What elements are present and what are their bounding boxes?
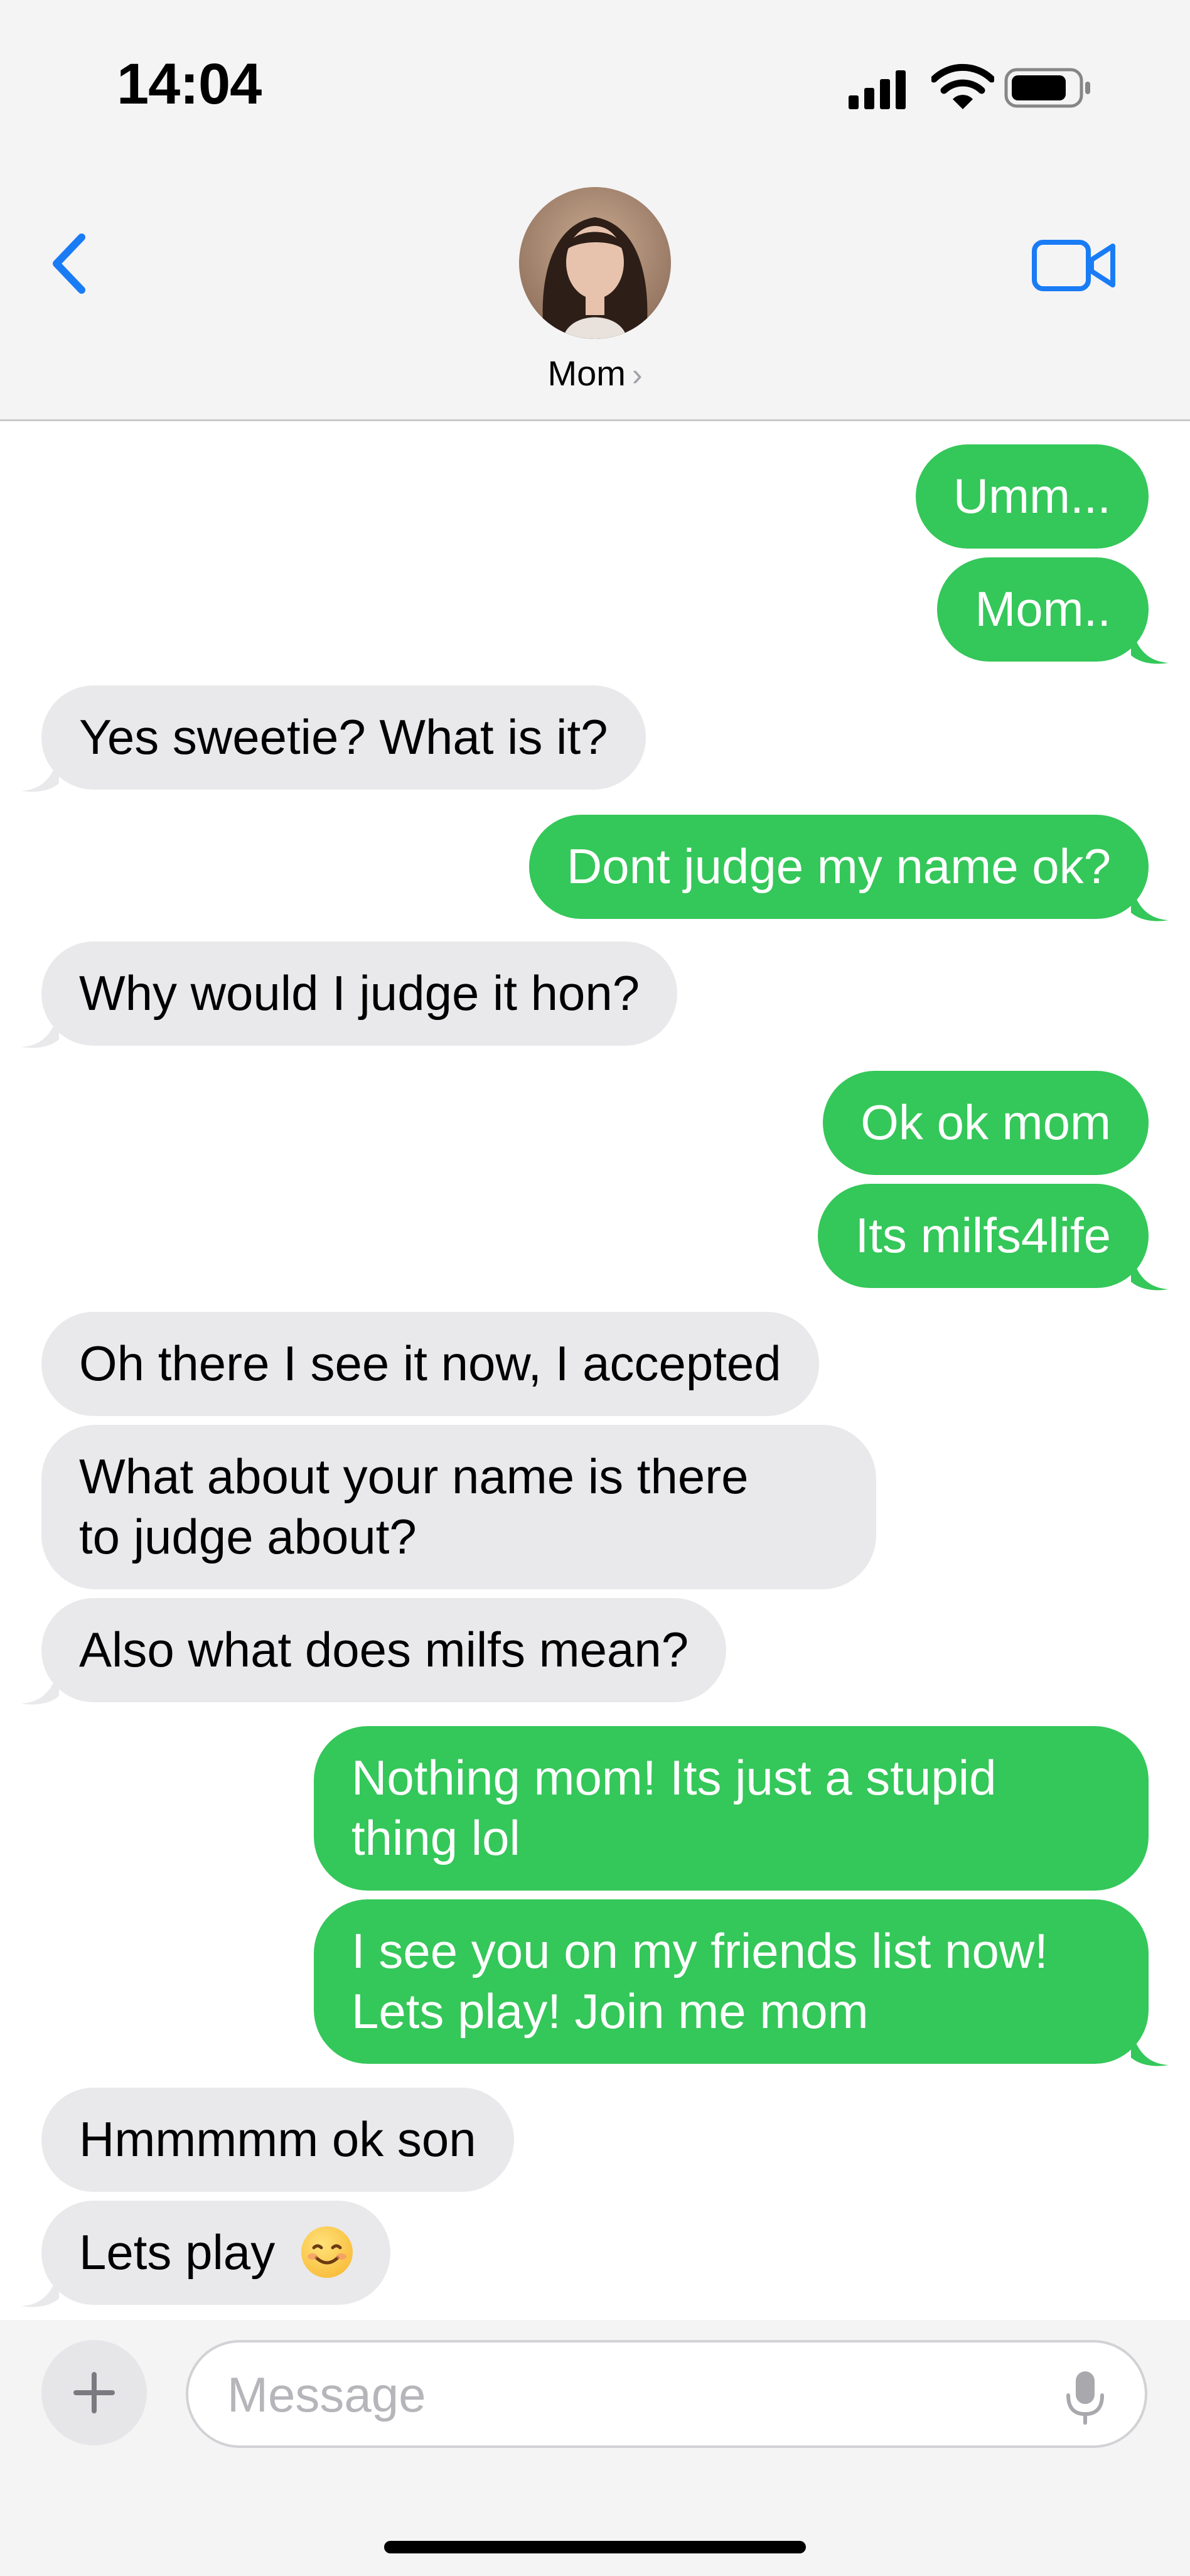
back-button[interactable]: [41, 226, 98, 301]
sent-message[interactable]: Nothing mom! Its just a stupid thing lol: [314, 1726, 1149, 1891]
received-message[interactable]: Hmmmmm ok son: [41, 2088, 514, 2192]
sent-message[interactable]: Its milfs4life: [817, 1184, 1169, 1291]
contact-avatar[interactable]: [519, 187, 671, 339]
sent-message[interactable]: Dont judge my name ok?: [528, 815, 1169, 921]
received-message[interactable]: What about your name is there to judge a…: [41, 1425, 876, 1589]
plus-icon: [73, 2372, 115, 2413]
contact-name: Mom: [547, 353, 626, 393]
bubble-tail: [21, 2270, 59, 2307]
battery-icon: [1004, 68, 1090, 108]
sent-message[interactable]: Mom..: [937, 557, 1169, 664]
contact-chevron: ›: [631, 357, 643, 392]
message-input-field[interactable]: [186, 2340, 1147, 2448]
video-camera-icon: [1032, 240, 1115, 291]
bubble-tail: [1131, 626, 1169, 664]
message-text: Hmmmmm ok son: [79, 2112, 476, 2167]
sent-message[interactable]: I see you on my friends list now! Lets p…: [314, 1899, 1169, 2066]
bubble-tail: [21, 754, 59, 792]
home-indicator: [384, 2541, 806, 2553]
bubble-tail: [1131, 2029, 1169, 2066]
message-text: Dont judge my name ok?: [566, 839, 1111, 894]
message-input[interactable]: [226, 2343, 1044, 2447]
facetime-video-button[interactable]: [1029, 231, 1121, 300]
received-message[interactable]: Also what does milfs mean?: [21, 1598, 727, 1705]
message-text-line: to judge about?: [79, 1509, 417, 1564]
contact-name-button[interactable]: Mom ›: [0, 353, 1190, 394]
message-text-line: thing lol: [351, 1810, 520, 1865]
received-message[interactable]: Lets play: [21, 2201, 390, 2307]
cellular-signal-icon: [849, 70, 906, 109]
sent-message[interactable]: Ok ok mom: [823, 1071, 1149, 1175]
message-text-line: Nothing mom! Its just a stupid: [351, 1750, 997, 1805]
message-text: Umm...: [953, 468, 1111, 523]
message-text: Its milfs4life: [855, 1208, 1111, 1263]
message-text: Why would I judge it hon?: [79, 965, 640, 1021]
status-time: 14:04: [117, 52, 262, 116]
message-text-line: I see you on my friends list now!: [351, 1923, 1048, 1978]
received-message[interactable]: Why would I judge it hon?: [21, 942, 678, 1048]
bubble-tail: [21, 1667, 59, 1705]
message-text-line: What about your name is there: [79, 1449, 749, 1504]
message-text: Yes sweetie? What is it?: [79, 709, 608, 765]
sent-message[interactable]: Umm...: [915, 444, 1149, 549]
message-text: Also what does milfs mean?: [79, 1622, 689, 1677]
bubble-tail: [1131, 1253, 1169, 1291]
conversation-header: 14:04 Mom ›: [0, 0, 1190, 421]
wifi-icon: [931, 63, 994, 109]
chevron-left-icon: [53, 233, 85, 294]
message-text: Oh there I see it now, I accepted: [79, 1336, 781, 1391]
smiling-face-emoji: [301, 2226, 353, 2278]
add-attachment-button[interactable]: [41, 2340, 147, 2445]
bubble-tail: [21, 1011, 59, 1048]
message-text: Lets play: [79, 2224, 276, 2280]
bubble-tail: [1131, 884, 1169, 921]
message-text: Mom..: [975, 581, 1111, 636]
message-text-line: Lets play! Join me mom: [351, 1983, 869, 2039]
microphone-icon[interactable]: [1063, 2369, 1107, 2425]
received-message[interactable]: Oh there I see it now, I accepted: [41, 1312, 819, 1416]
message-text: Ok ok mom: [860, 1095, 1111, 1150]
received-message[interactable]: Yes sweetie? What is it?: [21, 685, 646, 792]
avatar-photo: [519, 187, 671, 339]
